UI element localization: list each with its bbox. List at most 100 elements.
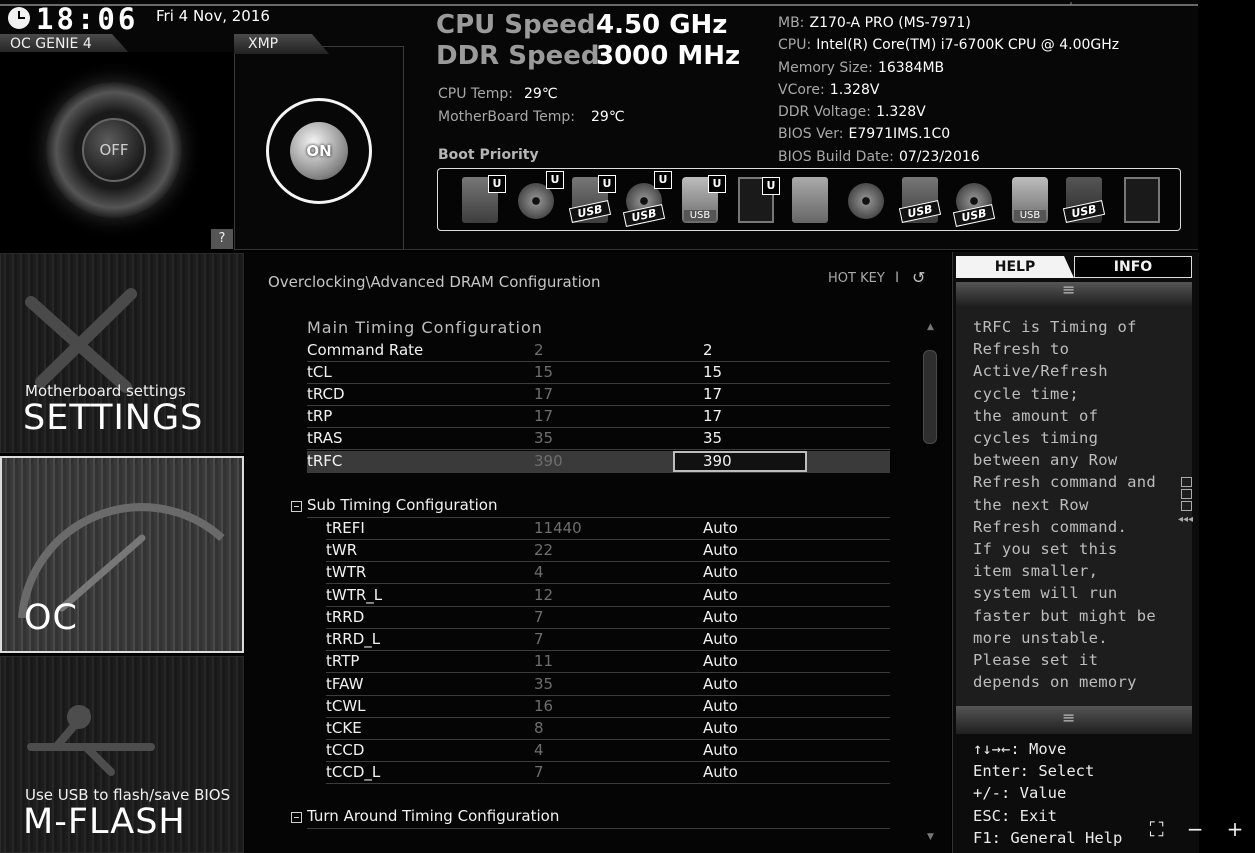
top-divider bbox=[0, 4, 1198, 6]
key-legend: ↑↓→←: Move Enter: Select +/-: Value ESC:… bbox=[973, 740, 1123, 847]
help-scroll-down-handle[interactable] bbox=[956, 706, 1192, 734]
boot-device-usb-cd[interactable]: U USB bbox=[622, 171, 672, 227]
setting-row-tccd-l[interactable]: tCCD_L 7 Auto bbox=[326, 762, 890, 784]
sysinfo-row: MB: Z170-A PRO (MS-7971) bbox=[778, 15, 971, 31]
side-square-icon bbox=[1181, 489, 1192, 499]
boot-device-cd[interactable]: U bbox=[518, 171, 564, 219]
setting-name: tCCD_L bbox=[326, 763, 381, 781]
setting-row-tcl[interactable]: tCL 15 15 bbox=[307, 362, 890, 384]
clock-date: Fri 4 Nov, 2016 bbox=[156, 7, 270, 25]
setting-name: Command Rate bbox=[307, 341, 424, 359]
nav-oc[interactable]: OC bbox=[0, 456, 244, 653]
xmp-toggle[interactable]: ON bbox=[290, 122, 348, 180]
ddr-speed-label: DDR Speed bbox=[436, 41, 600, 71]
cpu-speed-value: 4.50 GHz bbox=[596, 10, 728, 40]
uefi-badge: U bbox=[762, 177, 780, 195]
setting-value-input[interactable] bbox=[673, 451, 807, 472]
gauge-icon bbox=[18, 503, 225, 618]
setting-row-trrd-l[interactable]: tRRD_L 7 Auto bbox=[326, 629, 890, 651]
setting-row-command-rate[interactable]: Command Rate 2 2 bbox=[307, 340, 890, 362]
nav-settings[interactable]: Motherboard settings SETTINGS bbox=[0, 253, 244, 453]
boot-device-network[interactable]: U bbox=[738, 177, 780, 223]
setting-row-tras[interactable]: tRAS 35 35 bbox=[307, 428, 890, 450]
setting-value: Auto bbox=[703, 697, 738, 715]
setting-default: 35 bbox=[534, 675, 554, 693]
setting-default: 17 bbox=[534, 385, 554, 403]
cpu-temp-value: 29℃ bbox=[524, 86, 558, 102]
setting-row-twtr[interactable]: tWTR 4 Auto bbox=[326, 562, 890, 584]
zoom-in-icon[interactable]: + bbox=[1227, 817, 1244, 841]
setting-row-trp[interactable]: tRP 17 17 bbox=[307, 406, 890, 428]
setting-name: tWTR bbox=[326, 563, 367, 581]
zoom-out-icon[interactable]: − bbox=[1187, 817, 1204, 841]
sysinfo-row: BIOS Build Date: 07/23/2016 bbox=[778, 149, 980, 165]
setting-default: 11 bbox=[534, 652, 554, 670]
setting-name: tRTP bbox=[326, 652, 360, 670]
setting-row-trtp[interactable]: tRTP 11 Auto bbox=[326, 651, 890, 673]
setting-default: 2 bbox=[534, 341, 544, 359]
boot-device-hdd[interactable]: U bbox=[462, 175, 506, 223]
setting-row-trrd[interactable]: tRRD 7 Auto bbox=[326, 607, 890, 629]
oc-genie-toggle[interactable]: OFF bbox=[82, 118, 146, 182]
help-scroll-up-handle[interactable] bbox=[956, 280, 1192, 306]
setting-row-tcwl[interactable]: tCWL 16 Auto bbox=[326, 696, 890, 718]
sysinfo-row: BIOS Ver: E7971IMS.1C0 bbox=[778, 126, 951, 142]
tab-help[interactable]: HELP bbox=[956, 256, 1074, 278]
fit-screen-icon[interactable]: ⛶ bbox=[1150, 817, 1164, 841]
scroll-up-icon[interactable]: ▲ bbox=[927, 322, 934, 332]
scrollbar-thumb[interactable] bbox=[923, 350, 937, 444]
help-button[interactable]: ? bbox=[211, 229, 233, 249]
setting-row-twr[interactable]: tWR 22 Auto bbox=[326, 540, 890, 562]
setting-value: Auto bbox=[703, 630, 738, 648]
uefi-badge: U bbox=[654, 171, 672, 189]
scroll-down-icon[interactable]: ▼ bbox=[927, 832, 934, 842]
setting-row-trefi[interactable]: tREFI 11440 Auto bbox=[326, 518, 890, 540]
boot-device-usb-hdd[interactable]: U USB bbox=[568, 175, 616, 223]
setting-default: 12 bbox=[534, 586, 554, 604]
setting-row-twtr-l[interactable]: tWTR_L 12 Auto bbox=[326, 585, 890, 607]
turn-around-collapse-toggle[interactable] bbox=[291, 812, 302, 823]
boot-device-usb-cd[interactable]: USB bbox=[952, 183, 996, 227]
hotkey-button[interactable]: HOT KEY bbox=[828, 271, 885, 286]
nav-mflash-title: M-FLASH bbox=[23, 802, 186, 842]
setting-value: Auto bbox=[703, 541, 738, 559]
sub-timing-section-header[interactable]: Sub Timing Configuration bbox=[307, 496, 890, 518]
uefi-badge: U bbox=[488, 175, 506, 193]
setting-name: tREFI bbox=[326, 519, 365, 537]
setting-name: tFAW bbox=[326, 675, 364, 693]
boot-device-hdd[interactable] bbox=[792, 177, 828, 223]
boot-device-usb-hdd[interactable]: USB bbox=[898, 177, 942, 223]
uefi-badge: U bbox=[708, 175, 726, 193]
usb-tag: USB bbox=[622, 204, 666, 227]
back-icon[interactable]: ↺ bbox=[912, 268, 925, 287]
setting-name: tRRD bbox=[326, 608, 365, 626]
setting-name: tRAS bbox=[307, 429, 343, 447]
sub-timing-collapse-toggle[interactable] bbox=[291, 501, 302, 512]
boot-device-usb-stick[interactable]: U USB bbox=[682, 175, 726, 223]
nav-settings-title: SETTINGS bbox=[23, 398, 204, 438]
usb-tag: USB bbox=[568, 200, 612, 223]
boot-device-usb-floppy[interactable]: USB bbox=[1062, 177, 1106, 223]
mb-temp-value: 29℃ bbox=[591, 109, 625, 125]
cpu-temp-label: CPU Temp: bbox=[438, 86, 513, 102]
boot-device-usb-stick[interactable]: USB bbox=[1012, 177, 1048, 223]
setting-row-trfc-selected[interactable]: tRFC 390 390 bbox=[307, 451, 890, 473]
setting-row-trcd[interactable]: tRCD 17 17 bbox=[307, 384, 890, 406]
turn-around-section-header[interactable]: Turn Around Timing Configuration bbox=[307, 807, 890, 829]
setting-value: 15 bbox=[703, 363, 723, 381]
boot-priority-bar: U U U USB U USB U USB U USB USB USB USB bbox=[437, 168, 1181, 231]
setting-row-tcke[interactable]: tCKE 8 Auto bbox=[326, 718, 890, 740]
setting-row-tfaw[interactable]: tFAW 35 Auto bbox=[326, 674, 890, 696]
nav-mflash[interactable]: Use USB to flash/save BIOS M-FLASH bbox=[0, 656, 244, 853]
sysinfo-row: CPU: Intel(R) Core(TM) i7-6700K CPU @ 4.… bbox=[778, 37, 1120, 53]
setting-row-tccd[interactable]: tCCD 4 Auto bbox=[326, 740, 890, 762]
boot-device-network[interactable] bbox=[1124, 177, 1160, 223]
setting-name: tCL bbox=[307, 363, 332, 381]
usb-icon bbox=[27, 705, 155, 776]
mb-temp-label: MotherBoard Temp: bbox=[438, 109, 575, 125]
cpu-speed-label: CPU Speed bbox=[436, 10, 596, 40]
sysinfo-row: Memory Size: 16384MB bbox=[778, 60, 945, 76]
tab-info[interactable]: INFO bbox=[1074, 256, 1192, 278]
boot-device-cd[interactable] bbox=[848, 183, 884, 219]
setting-name: tWTR_L bbox=[326, 586, 383, 604]
